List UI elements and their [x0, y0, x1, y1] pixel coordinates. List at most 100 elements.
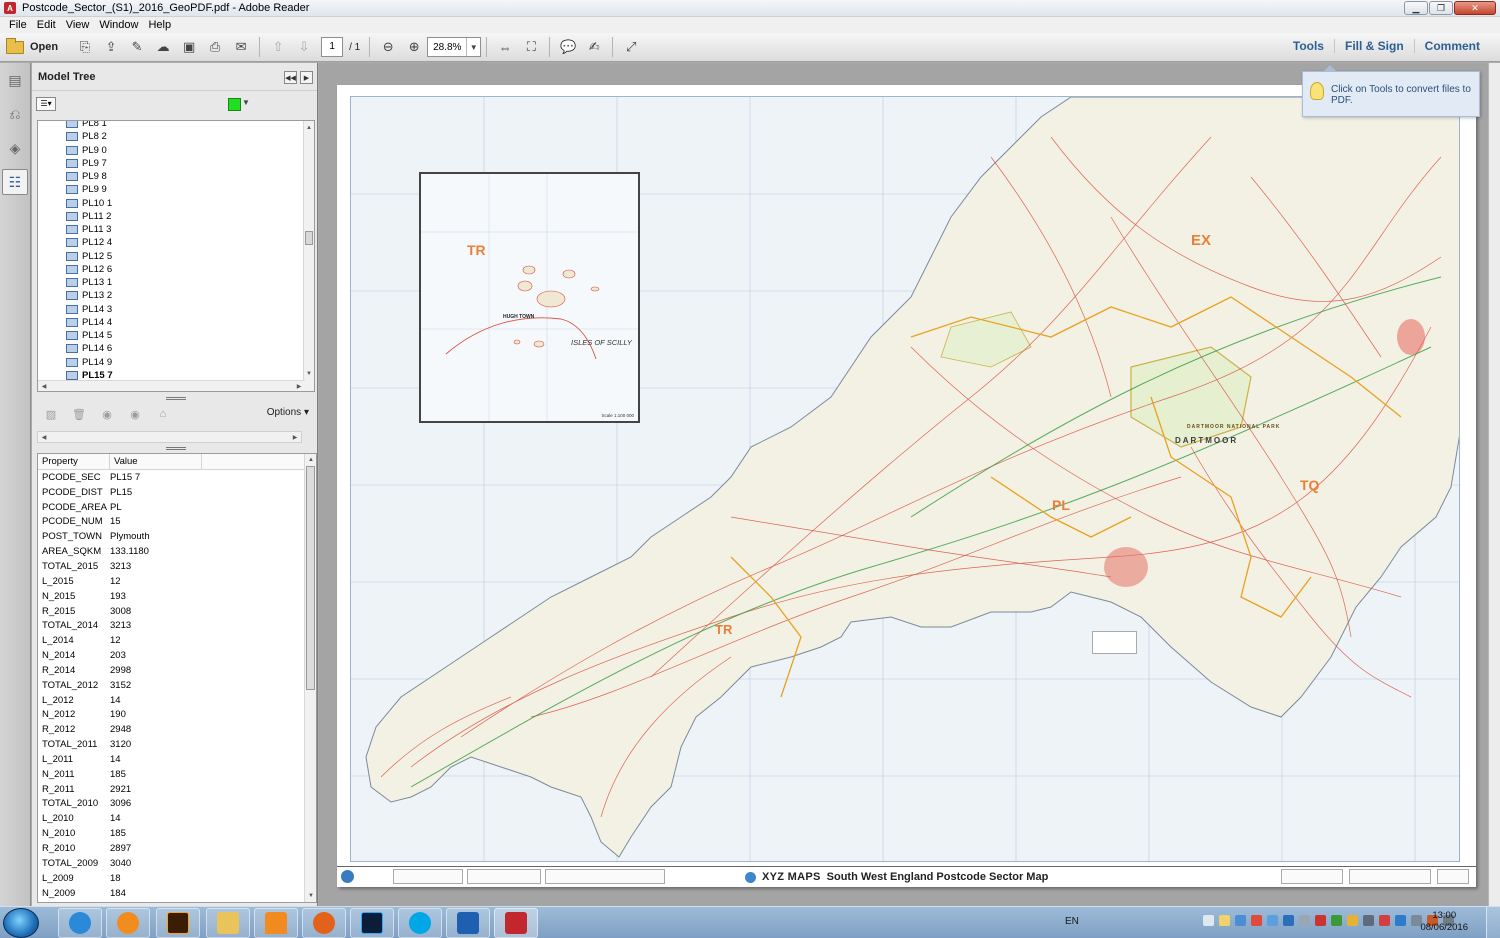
tree-item[interactable]: PL9 7: [38, 157, 304, 170]
panel-splitter[interactable]: [37, 445, 315, 451]
zoom-select[interactable]: 28.8% ▼: [427, 37, 482, 57]
tree-item[interactable]: PL9 9: [38, 183, 304, 196]
back-icon[interactable]: ◉: [98, 406, 116, 422]
save-icon[interactable]: ▣: [178, 36, 200, 58]
updates-icon[interactable]: [1347, 915, 1358, 926]
tree-item[interactable]: PL14 9: [38, 356, 304, 369]
create-pdf-icon[interactable]: ⎘: [74, 36, 96, 58]
sync-icon[interactable]: [1299, 915, 1310, 926]
tree-item[interactable]: PL10 1: [38, 197, 304, 210]
firefox-task[interactable]: [302, 908, 346, 938]
scroll-thumb[interactable]: [306, 466, 315, 690]
outlook-task[interactable]: [446, 908, 490, 938]
internet-explorer-task[interactable]: [58, 908, 102, 938]
tree-item[interactable]: PL13 1: [38, 276, 304, 289]
scroll-up-icon[interactable]: ▲: [306, 455, 316, 465]
notes-icon[interactable]: [1219, 915, 1230, 926]
isles-of-scilly-inset[interactable]: TR ISLES OF SCILLY HUGH TOWN Scale 1:100…: [419, 172, 640, 423]
property-column-header[interactable]: Property: [38, 454, 110, 469]
scroll-down-icon[interactable]: ▼: [304, 369, 314, 379]
sticky-note-icon[interactable]: 💬: [557, 36, 579, 58]
tree-item[interactable]: PL14 4: [38, 316, 304, 329]
document-scrollbar[interactable]: [1488, 63, 1500, 906]
property-row[interactable]: N_2010 185: [38, 826, 316, 841]
antivirus-icon[interactable]: [1315, 915, 1326, 926]
panel-splitter[interactable]: [37, 395, 315, 401]
delete-icon[interactable]: 🗑: [70, 406, 88, 422]
property-row[interactable]: R_2012 2948: [38, 722, 316, 737]
explorer-task[interactable]: [206, 908, 250, 938]
tree-item[interactable]: PL8 1: [38, 121, 304, 130]
tree-item[interactable]: PL8 2: [38, 130, 304, 143]
tree-item[interactable]: PL12 6: [38, 263, 304, 276]
illustrator-task[interactable]: [156, 908, 200, 938]
comment-button[interactable]: Comment: [1413, 39, 1490, 53]
previous-page-icon[interactable]: ⇧: [267, 36, 289, 58]
maximize-button[interactable]: ❐: [1429, 1, 1453, 15]
attachments-icon[interactable]: ⎌: [2, 101, 28, 127]
scroll-down-icon[interactable]: ▼: [306, 891, 316, 901]
tree-item[interactable]: PL14 3: [38, 303, 304, 316]
fit-page-icon[interactable]: ⛶: [520, 36, 542, 58]
tree-item[interactable]: PL14 6: [38, 342, 304, 355]
property-row[interactable]: L_2010 14: [38, 811, 316, 826]
minimize-button[interactable]: ▁: [1404, 1, 1428, 15]
tree-item[interactable]: PL13 2: [38, 289, 304, 302]
tree-item[interactable]: PL12 4: [38, 236, 304, 249]
property-row[interactable]: AREA_SQKM 133.1180: [38, 544, 316, 559]
property-row[interactable]: L_2009 18: [38, 871, 316, 886]
property-row[interactable]: N_2015 193: [38, 589, 316, 604]
model-tree-icon[interactable]: ☷: [2, 169, 28, 195]
forward-icon[interactable]: ◉: [126, 406, 144, 422]
vlc-task[interactable]: [254, 908, 298, 938]
tree-item[interactable]: PL9 8: [38, 170, 304, 183]
tree-item[interactable]: PL12 5: [38, 250, 304, 263]
property-row[interactable]: R_2011 2921: [38, 782, 316, 797]
print-icon[interactable]: ⎙: [204, 36, 226, 58]
highlight-icon[interactable]: ✍: [583, 36, 605, 58]
menu-view[interactable]: View: [61, 19, 95, 31]
email-icon[interactable]: ✉: [230, 36, 252, 58]
export-pdf-icon[interactable]: ⇪: [100, 36, 122, 58]
tree-item[interactable]: PL11 2: [38, 210, 304, 223]
media-player-task[interactable]: [106, 908, 150, 938]
scroll-left-icon[interactable]: ◀: [39, 381, 49, 391]
actions-hscrollbar[interactable]: ◀ ▶: [37, 431, 302, 443]
dropbox-icon[interactable]: [1283, 915, 1294, 926]
property-row[interactable]: N_2011 185: [38, 767, 316, 782]
chevron-down-icon[interactable]: ▼: [466, 38, 480, 56]
bluetooth-icon[interactable]: [1395, 915, 1406, 926]
fill-sign-button[interactable]: Fill & Sign: [1333, 39, 1414, 53]
tree-item[interactable]: PL9 0: [38, 144, 304, 157]
options-menu[interactable]: Options ▾: [267, 407, 309, 418]
display-icon[interactable]: [1363, 915, 1374, 926]
menu-help[interactable]: Help: [143, 19, 176, 31]
page-thumbnails-icon[interactable]: ▤: [2, 67, 28, 93]
property-row[interactable]: R_2010 2897: [38, 841, 316, 856]
tree-item[interactable]: PL14 5: [38, 329, 304, 342]
shield-icon[interactable]: [1331, 915, 1342, 926]
scroll-left-icon[interactable]: ◀: [39, 432, 49, 442]
property-row[interactable]: PCODE_DIST PL15: [38, 485, 316, 500]
property-row[interactable]: L_2012 14: [38, 693, 316, 708]
property-row[interactable]: N_2014 203: [38, 648, 316, 663]
property-row[interactable]: TOTAL_2012 3152: [38, 678, 316, 693]
cloud-upload-icon[interactable]: ☁: [152, 36, 174, 58]
page-number-input[interactable]: 1: [321, 37, 344, 57]
next-page-icon[interactable]: ⇩: [293, 36, 315, 58]
chevron-down-icon[interactable]: ▼: [242, 98, 250, 107]
photoshop-task[interactable]: [350, 908, 394, 938]
language-indicator[interactable]: EN: [1065, 916, 1079, 927]
property-row[interactable]: R_2015 3008: [38, 604, 316, 619]
alert-icon[interactable]: [1379, 915, 1390, 926]
collapse-panel-icon[interactable]: ◀◀: [284, 71, 297, 84]
fit-width-icon[interactable]: ⇔: [494, 36, 516, 58]
properties-scrollbar[interactable]: ▲ ▼: [304, 454, 316, 902]
flag-icon[interactable]: [1203, 915, 1214, 926]
clock[interactable]: 13:00 08/06/2016: [1420, 910, 1468, 934]
property-row[interactable]: N_2009 184: [38, 886, 316, 901]
edit-pdf-icon[interactable]: ✎: [126, 36, 148, 58]
home-icon[interactable]: ⌂: [154, 406, 172, 422]
property-row[interactable]: PCODE_AREA PL: [38, 500, 316, 515]
show-desktop-button[interactable]: [1486, 907, 1500, 938]
